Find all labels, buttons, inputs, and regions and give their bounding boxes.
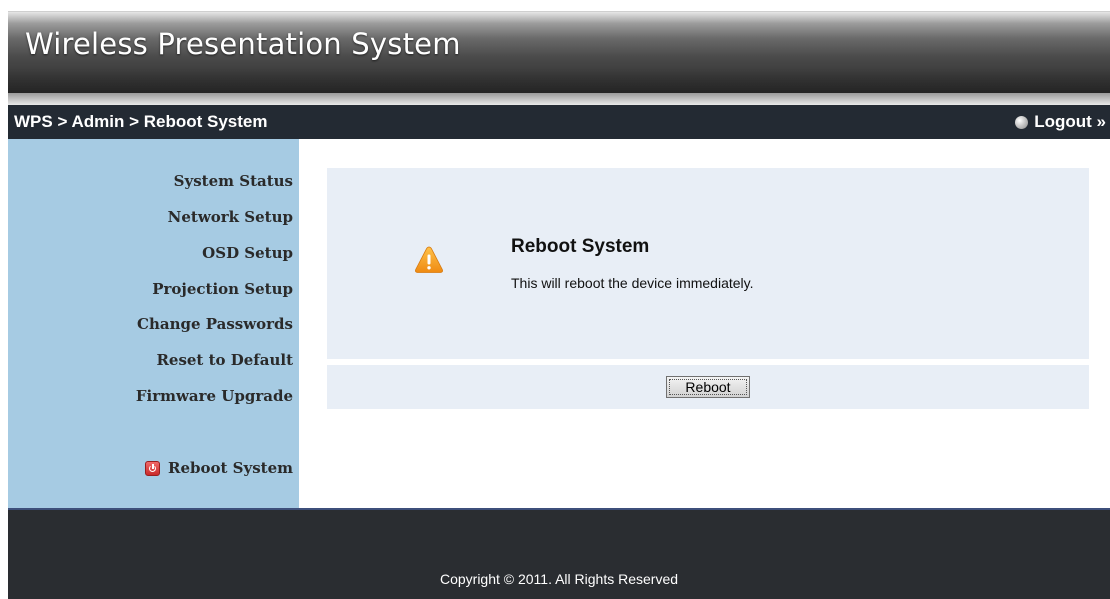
logout-link[interactable]: Logout » — [1015, 112, 1106, 132]
sidebar-item-system-status[interactable]: System Status — [174, 172, 293, 190]
footer: Copyright © 2011. All Rights Reserved — [8, 508, 1110, 599]
panel-title: Reboot System — [511, 236, 650, 257]
header-divider — [8, 93, 1110, 105]
panel-message: This will reboot the device immediately. — [511, 275, 754, 291]
app-title: Wireless Presentation System — [25, 27, 461, 61]
sidebar-item-network-setup[interactable]: Network Setup — [168, 208, 293, 226]
sidebar: System Status Network Setup OSD Setup Pr… — [8, 139, 299, 508]
sidebar-item-projection-setup[interactable]: Projection Setup — [152, 280, 293, 298]
reboot-button[interactable]: Reboot — [666, 376, 750, 398]
sidebar-item-reset-to-default[interactable]: Reset to Default — [156, 351, 293, 369]
logout-label: Logout » — [1034, 112, 1106, 131]
sidebar-item-label: Reboot System — [168, 459, 293, 477]
warning-icon — [415, 246, 443, 273]
sidebar-item-change-passwords[interactable]: Change Passwords — [137, 315, 293, 333]
page: Wireless Presentation System WPS > Admin… — [0, 0, 1110, 599]
sidebar-item-reboot-system[interactable]: Reboot System — [145, 459, 293, 477]
action-bar: Reboot — [327, 365, 1089, 409]
breadcrumb-bar: WPS > Admin > Reboot System Logout » — [8, 105, 1110, 139]
sidebar-item-firmware-upgrade[interactable]: Firmware Upgrade — [136, 387, 293, 405]
breadcrumb: WPS > Admin > Reboot System — [14, 112, 268, 131]
sidebar-item-osd-setup[interactable]: OSD Setup — [202, 244, 293, 262]
bullet-icon — [1015, 115, 1029, 129]
reboot-panel: Reboot System This will reboot the devic… — [327, 168, 1089, 359]
copyright: Copyright © 2011. All Rights Reserved — [439, 571, 679, 587]
power-icon — [145, 460, 160, 476]
